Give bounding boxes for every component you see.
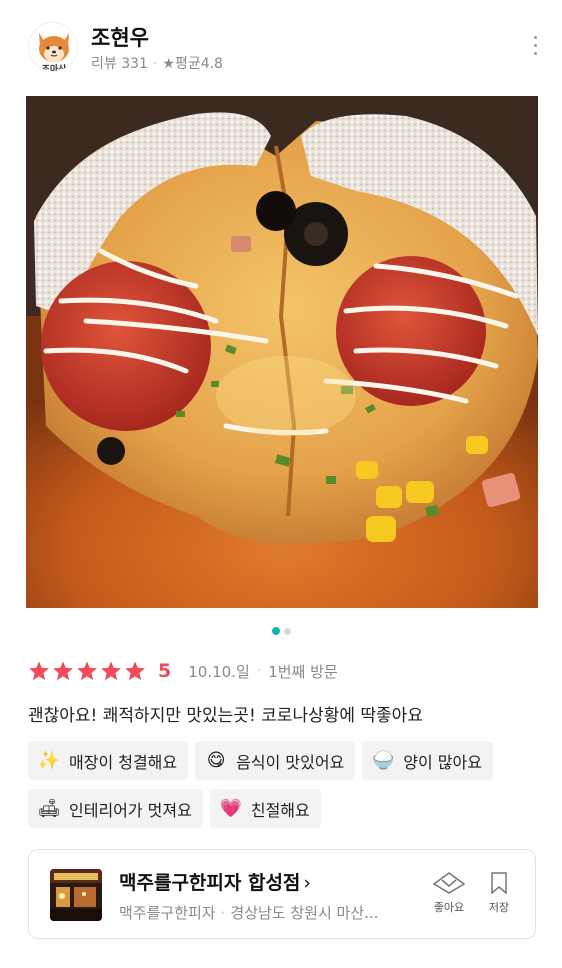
pager-dot-active[interactable]: [271, 627, 280, 635]
place-address: 경상남도 창원시 마산...: [230, 904, 379, 922]
rating-row: 5 10.10.일 · 1번째 방문: [28, 658, 338, 684]
tag-label: 매장이 청결해요: [69, 752, 178, 772]
yum-face-icon: 😋: [206, 750, 226, 771]
place-category: 맥주를구한피자: [119, 904, 216, 922]
star-rating: [28, 660, 148, 682]
user-avatar[interactable]: 조마산: [28, 22, 78, 72]
meta-separator: ·: [220, 904, 226, 922]
tag-label: 친절해요: [250, 800, 310, 820]
place-name: 맥주를구한피자 합성점: [119, 872, 301, 894]
save-button[interactable]: 저장: [479, 872, 519, 915]
keyword-tags: ✨ 매장이 청결해요 😋 음식이 맛있어요 🍚 양이 많아요 🛋 인테리어가 멋…: [28, 741, 538, 837]
save-label: 저장: [488, 901, 510, 914]
bookmark-icon: [491, 872, 507, 894]
star-icon: [29, 661, 49, 681]
place-subtitle: 맥주를구한피자 · 경상남도 창원시 마산...: [119, 902, 378, 923]
review-photo[interactable]: [26, 96, 538, 608]
avatar-text: 조마산: [41, 65, 67, 72]
storefront-image: [50, 869, 102, 921]
review-text[interactable]: 괜찮아요! 쾌적하지만 맛있는곳! 코로나상황에 딱좋아요: [28, 701, 423, 726]
like-button[interactable]: 좋아요: [429, 872, 469, 915]
rating-score: 5: [158, 660, 172, 682]
place-name-link[interactable]: 맥주를구한피자 합성점 ›: [119, 868, 311, 895]
like-label: 좋아요: [433, 901, 465, 914]
pizza-photo-image: [26, 96, 538, 608]
place-thumbnail: [50, 869, 102, 921]
star-icon: [53, 661, 73, 681]
like-diamond-icon: [433, 872, 465, 894]
rice-bowl-icon: 🍚: [372, 750, 395, 771]
chevron-right-icon: ›: [303, 872, 312, 894]
meta-separator: ·: [256, 663, 262, 679]
meta-separator: ·: [152, 56, 158, 72]
visit-count: 1번째 방문: [268, 662, 338, 681]
pager-dot[interactable]: [283, 627, 291, 635]
sparkles-icon: ✨: [37, 750, 61, 771]
tag-interior[interactable]: 🛋 인테리어가 멋져요: [28, 789, 203, 828]
photo-pager: [0, 627, 562, 635]
more-options-icon[interactable]: [528, 36, 542, 60]
tag-portion[interactable]: 🍚 양이 많아요: [362, 741, 493, 780]
star-icon: [77, 661, 97, 681]
place-card[interactable]: 맥주를구한피자 합성점 › 맥주를구한피자 · 경상남도 창원시 마산... 좋아요 …: [28, 849, 536, 939]
average-rating: ★평균4.8: [162, 56, 223, 72]
star-icon: [101, 661, 121, 681]
review-count: 리뷰 331: [91, 56, 148, 72]
tag-clean[interactable]: ✨ 매장이 청결해요: [28, 741, 189, 780]
user-meta: 리뷰 331 · ★평균4.8: [91, 53, 223, 73]
tag-label: 음식이 맛있어요: [236, 752, 345, 772]
heart-icon: 💗: [219, 798, 243, 819]
tag-tasty[interactable]: 😋 음식이 맛있어요: [195, 741, 356, 780]
review-date: 10.10.일: [188, 662, 250, 681]
star-icon: [125, 661, 145, 681]
tag-label: 인테리어가 멋져요: [69, 800, 192, 820]
sofa-icon: 🛋: [37, 798, 61, 819]
tag-label: 양이 많아요: [403, 752, 482, 772]
tag-kind[interactable]: 💗 친절해요: [209, 789, 321, 828]
user-name[interactable]: 조현우: [91, 22, 149, 52]
review-header: 조마산 조현우 리뷰 331 · ★평균4.8: [28, 22, 548, 76]
